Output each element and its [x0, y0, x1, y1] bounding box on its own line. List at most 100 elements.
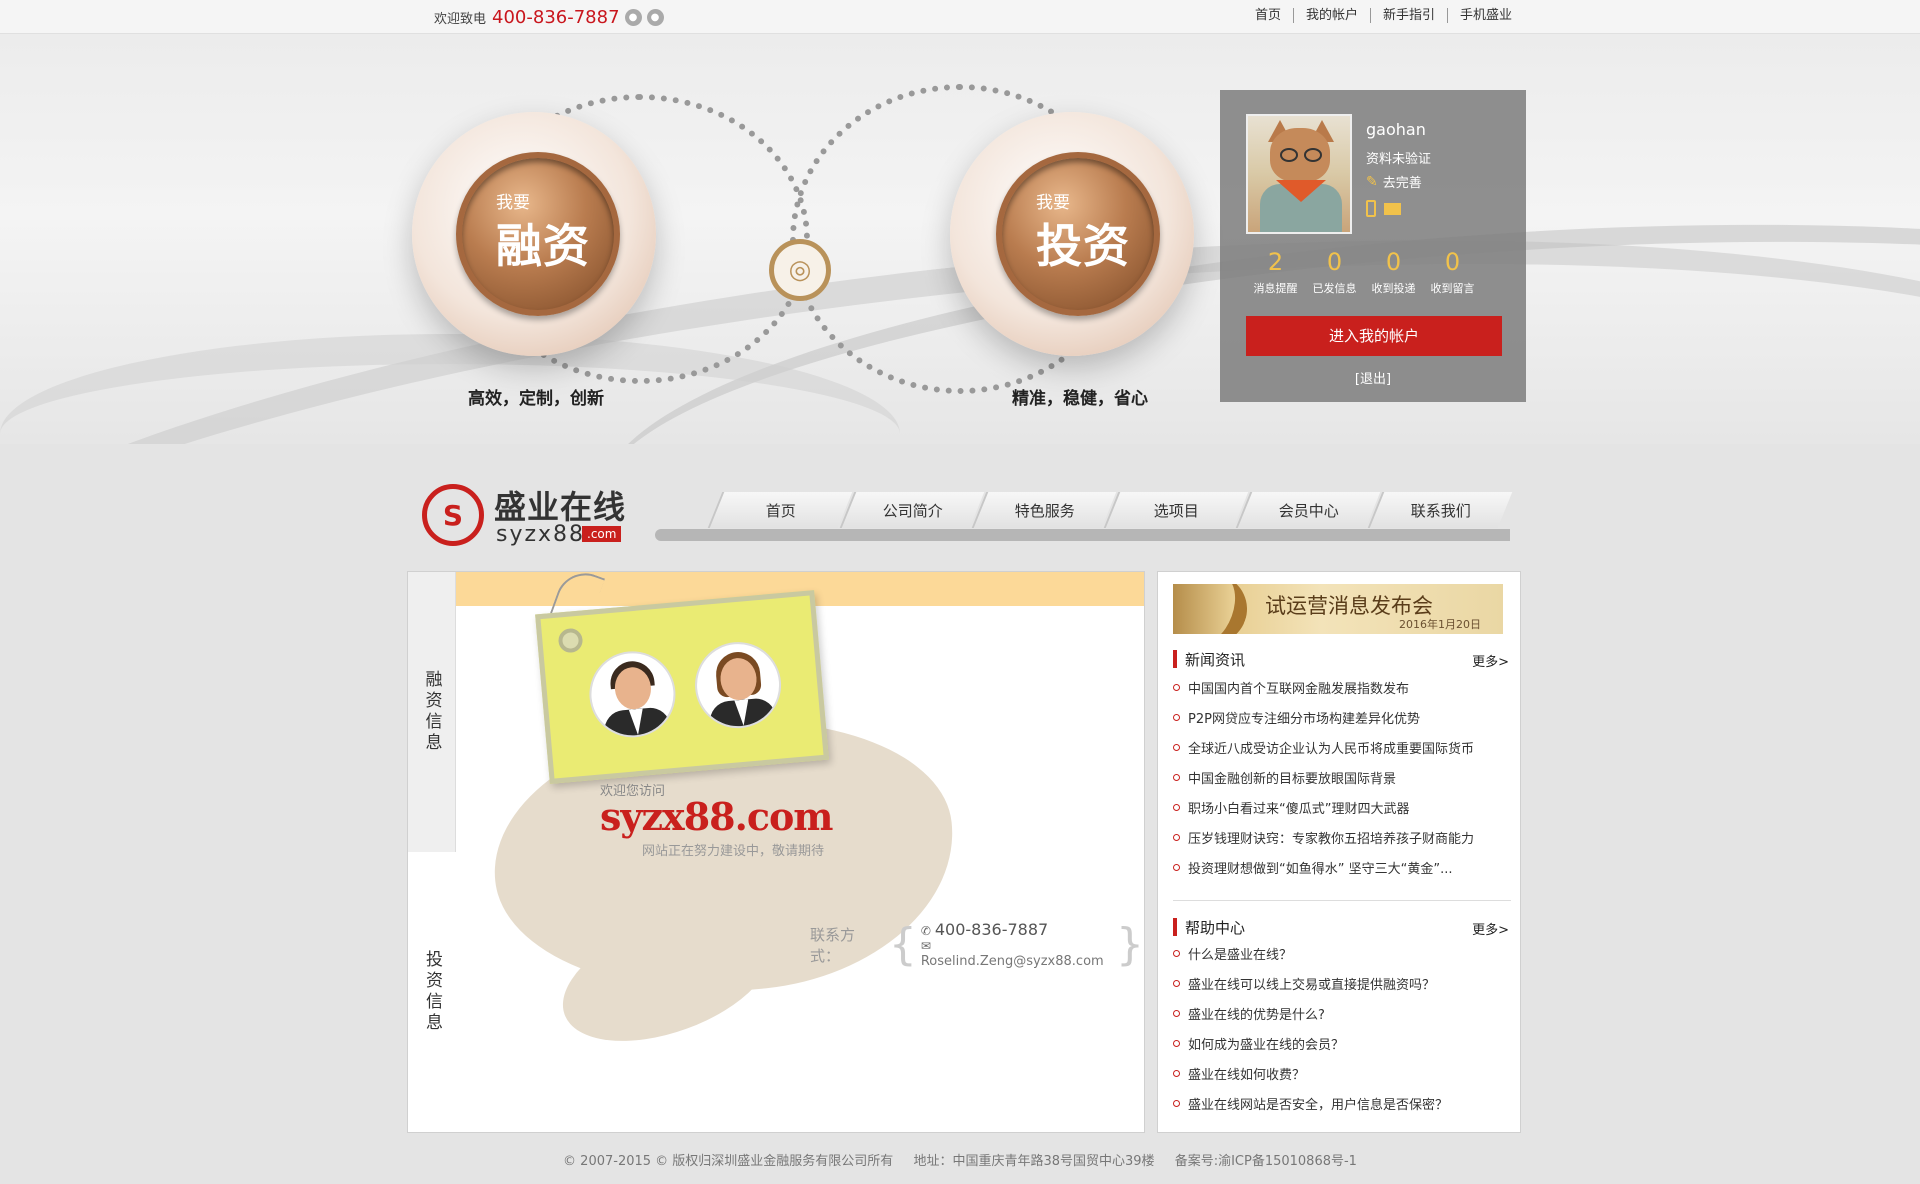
top-link-home[interactable]: 首页	[1243, 8, 1293, 23]
avatar-glasses	[1304, 148, 1322, 162]
bullet-icon	[1173, 1039, 1180, 1047]
help-item[interactable]: 盛业在线的优势是什么?	[1173, 998, 1509, 1028]
complete-profile-link[interactable]: ✎ 去完善	[1366, 172, 1422, 192]
news-item[interactable]: 压岁钱理财诀窍：专家教你五招培养孩子财商能力	[1173, 822, 1509, 852]
news-item-text: P2P网贷应专注细分市场构建差异化优势	[1188, 711, 1420, 727]
news-header: 新闻资讯 更多>	[1173, 648, 1509, 670]
hotline-phone: 400-836-7887	[492, 7, 620, 28]
news-item-text: 中国金融创新的目标要放眼国际背景	[1188, 771, 1397, 787]
nav-item-label: 首页	[765, 501, 796, 520]
top-link-account[interactable]: 我的帐户	[1292, 8, 1370, 23]
news-list: 中国国内首个互联网金融发展指数发布 P2P网贷应专注细分市场构建差异化优势 全球…	[1173, 672, 1509, 882]
main-nav: 首页 公司简介 特色服务 选项目 会员中心 联系我们	[655, 492, 1513, 542]
bullet-icon	[1173, 773, 1180, 781]
tab-investment-info[interactable]: 投资信息	[408, 852, 456, 1132]
contact-phone: 400-836-7887	[934, 920, 1049, 939]
stat-messages[interactable]: 2 消息提醒	[1246, 248, 1305, 296]
help-list: 什么是盛业在线？ 盛业在线可以线上交易或直接提供融资吗？ 盛业在线的优势是什么?…	[1173, 938, 1509, 1118]
phone-verify-icon[interactable]	[1366, 200, 1376, 217]
contact-label: 联系方式：	[810, 925, 856, 965]
nav-item-home[interactable]: 首页	[707, 492, 853, 528]
bullet-icon	[1173, 743, 1180, 751]
help-item-text: 盛业在线可以线上交易或直接提供融资吗？	[1188, 977, 1436, 993]
stat-received-submissions[interactable]: 0 收到投递	[1364, 248, 1423, 296]
nav-item-services[interactable]: 特色服务	[971, 492, 1117, 528]
tab-financing-info[interactable]: 融资信息	[408, 572, 456, 852]
help-item-text: 盛业在线网站是否安全，用户信息是否保密？	[1188, 1097, 1449, 1113]
site-logo[interactable]: S 盛业在线 syzx88 .com	[422, 482, 642, 548]
help-item[interactable]: 如何成为盛业在线的会员？	[1173, 1028, 1509, 1058]
side-tab-label: 投资信息	[422, 950, 442, 1034]
stat-label: 已发信息	[1312, 282, 1357, 295]
news-item[interactable]: 全球近八成受访企业认为人民币将成重要国际货币	[1173, 732, 1509, 762]
news-more-link[interactable]: 更多>	[1472, 651, 1509, 670]
side-tabs: 融资信息 投资信息	[408, 572, 456, 1132]
event-banner[interactable]: 试运营消息发布会 2016年1月20日	[1173, 584, 1503, 634]
footer-address: 地址：中国重庆青年路38号国贸中心39楼	[913, 1154, 1155, 1169]
help-more-link[interactable]: 更多>	[1472, 919, 1509, 938]
footer: © 2007-2015 © 版权归深圳盛业金融服务有限公司所有 地址：中国重庆青…	[0, 1150, 1920, 1169]
enter-account-button[interactable]: 进入我的帐户	[1246, 316, 1502, 356]
username: gaohan	[1366, 120, 1426, 139]
logout-link[interactable]: [退出]	[1220, 368, 1526, 387]
user-panel: gaohan 资料未验证 ✎ 去完善 2 消息提醒 0 已发信息 0 收到投递 …	[1220, 90, 1526, 402]
news-item[interactable]: 中国金融创新的目标要放眼国际背景	[1173, 762, 1509, 792]
investment-slogan: 精准，稳健，省心	[1012, 389, 1148, 409]
male-agent-avatar	[585, 647, 680, 741]
news-item[interactable]: 中国国内首个互联网金融发展指数发布	[1173, 672, 1509, 702]
stat-sent[interactable]: 0 已发信息	[1305, 248, 1364, 296]
news-item[interactable]: P2P网贷应专注细分市场构建差异化优势	[1173, 702, 1509, 732]
top-link-guide[interactable]: 新手指引	[1369, 8, 1447, 23]
footer-copyright: © 2007-2015 © 版权归深圳盛业金融服务有限公司所有	[563, 1154, 894, 1169]
stat-value: 0	[1326, 248, 1343, 276]
bullet-icon	[1173, 713, 1180, 721]
section-marker	[1173, 650, 1177, 668]
investment-medal[interactable]: 我要 投资	[996, 152, 1160, 316]
help-item-text: 盛业在线如何收费？	[1188, 1067, 1306, 1083]
welcome-text: 欢迎致电	[434, 12, 487, 27]
email-verify-icon[interactable]	[1384, 203, 1401, 215]
nav-item-label: 会员中心	[1278, 501, 1339, 520]
stat-label: 收到留言	[1430, 282, 1475, 295]
help-item[interactable]: 什么是盛业在线？	[1173, 938, 1509, 968]
help-item[interactable]: 盛业在线网站是否安全，用户信息是否保密？	[1173, 1088, 1509, 1118]
stat-received-comments[interactable]: 0 收到留言	[1423, 248, 1482, 296]
financing-big-label: 融资	[496, 219, 590, 273]
nav-tabs: 首页 公司简介 特色服务 选项目 会员中心 联系我们	[707, 492, 1513, 528]
avatar-glasses	[1280, 148, 1298, 162]
wechat-icon[interactable]: ●	[624, 9, 642, 26]
nav-item-members[interactable]: 会员中心	[1235, 492, 1381, 528]
hero-banner: 我要 融资 高效，定制，创新 ◎ 我要 投资 精准，稳健，省心	[0, 34, 1920, 444]
news-item[interactable]: 职场小白看过来“傻瓜式”理财四大武器	[1173, 792, 1509, 822]
avatar[interactable]	[1246, 114, 1352, 234]
mail-icon: ✉	[920, 939, 931, 953]
news-item[interactable]: 投资理财想做到“如鱼得水” 坚守三大“黄金”...	[1173, 852, 1509, 882]
hotline: 欢迎致电 400-836-7887 ● ●	[434, 7, 664, 28]
news-item-text: 职场小白看过来“傻瓜式”理财四大武器	[1188, 801, 1410, 817]
nav-item-label: 特色服务	[1014, 501, 1075, 520]
nav-item-contact[interactable]: 联系我们	[1367, 492, 1513, 528]
banner-date: 2016年1月20日	[1399, 618, 1481, 631]
nav-item-about[interactable]: 公司简介	[839, 492, 985, 528]
stat-label: 消息提醒	[1253, 282, 1298, 295]
bullet-icon	[1173, 803, 1180, 811]
stat-value: 0	[1385, 248, 1402, 276]
nav-item-projects[interactable]: 选项目	[1103, 492, 1249, 528]
help-title: 帮助中心	[1185, 919, 1246, 937]
qq-icon[interactable]: ●	[646, 9, 664, 26]
bullet-icon	[1173, 833, 1180, 841]
female-agent-avatar	[691, 638, 785, 732]
contact-email[interactable]: Roselind.Zeng@syzx88.com	[921, 954, 1104, 969]
brace-right: }	[1116, 918, 1144, 970]
tag-hole	[557, 627, 584, 654]
logo-en: syzx88	[496, 522, 586, 547]
top-link-mobile[interactable]: 手机盛业	[1446, 8, 1524, 23]
footer-icp[interactable]: 备案号:渝ICP备15010868号-1	[1175, 1154, 1357, 1169]
nav-bar	[655, 529, 1510, 541]
help-item[interactable]: 盛业在线可以线上交易或直接提供融资吗？	[1173, 968, 1509, 998]
financing-medal[interactable]: 我要 融资	[456, 152, 620, 316]
nav-item-label: 选项目	[1154, 501, 1200, 520]
news-item-text: 投资理财想做到“如鱼得水” 坚守三大“黄金”...	[1188, 861, 1453, 877]
bullet-icon	[1173, 1099, 1180, 1107]
help-item[interactable]: 盛业在线如何收费？	[1173, 1058, 1509, 1088]
